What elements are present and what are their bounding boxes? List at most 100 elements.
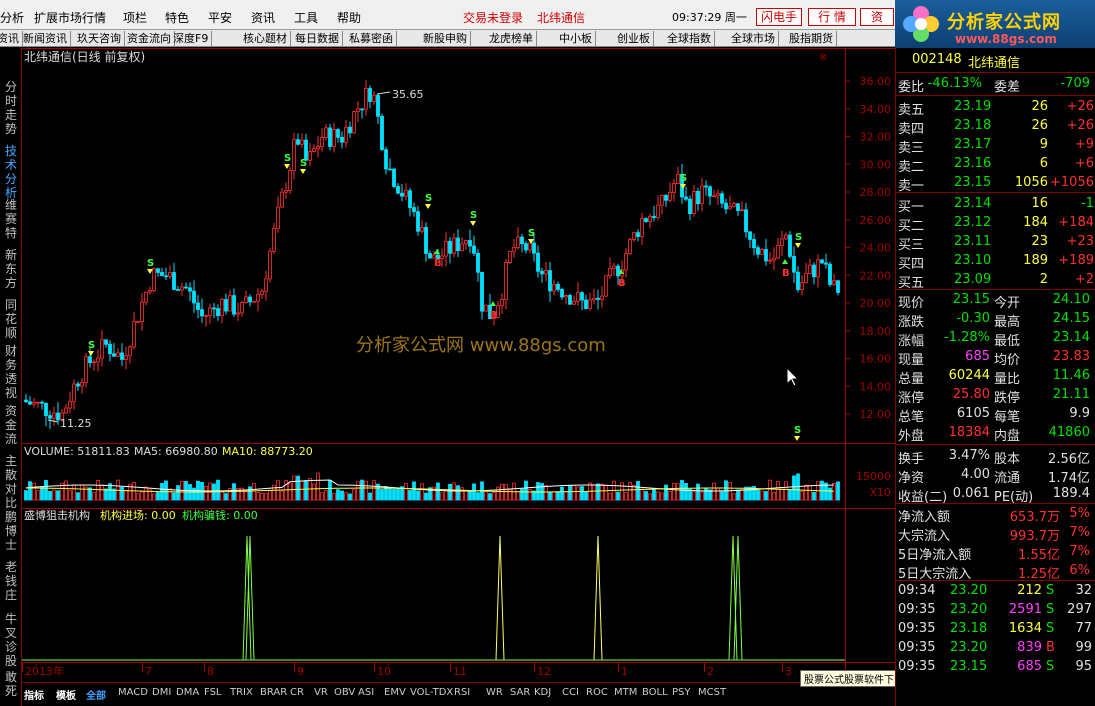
indicator-tab[interactable]: ASI <box>358 687 374 698</box>
indicator-tab[interactable]: ROC <box>586 687 608 698</box>
quote-button[interactable]: 行 情 <box>808 8 856 26</box>
volume-bar <box>768 479 772 501</box>
info-tab[interactable]: 玖天咨询 <box>74 31 125 46</box>
menu-item-pingan[interactable]: 平安 <box>208 9 232 26</box>
left-nav-item[interactable]: 技术分析 <box>3 144 19 200</box>
kline-chart[interactable]: 36.00 34.00 32.00 30.00 28.00 26.00 24.00 22.00… <box>22 48 895 682</box>
info-tab[interactable]: 新股申购 <box>420 31 471 46</box>
volume-bar <box>500 483 504 501</box>
stat-value: 685 <box>965 349 990 364</box>
bid-row: 买四 23.10 189 +189 <box>896 252 1095 272</box>
stock-name: 北纬通信 <box>968 56 1021 71</box>
left-nav-item[interactable]: 敢死 <box>3 670 19 698</box>
left-nav-item[interactable]: 维赛特 <box>3 198 19 240</box>
left-nav-item[interactable]: 财务透视 <box>3 344 19 400</box>
menu-item-columns[interactable]: 项栏 <box>123 9 147 26</box>
info-tab[interactable]: 中小板 <box>556 31 596 46</box>
volume-bar <box>676 483 680 501</box>
stat-value: 11.46 <box>1052 368 1090 383</box>
candle-body <box>400 192 404 197</box>
indicator-tab[interactable]: RSI <box>454 687 470 698</box>
info-tab[interactable]: 资金流向 <box>124 31 175 46</box>
candle-body <box>92 361 96 364</box>
indicator-tab[interactable]: VR <box>314 687 328 698</box>
sell-signal-label: S <box>794 425 801 436</box>
indicator-tab[interactable]: VOL-TDX <box>410 687 453 698</box>
indicator-tab[interactable]: CR <box>290 687 304 698</box>
candle-body <box>760 249 764 255</box>
info-tab[interactable]: 每日数据 <box>292 31 343 46</box>
indicator-tab[interactable]: MACD <box>118 687 148 698</box>
info-tab[interactable]: 龙虎榜单 <box>486 31 537 46</box>
info-tab[interactable]: 核心题材 <box>240 31 291 46</box>
flash-trade-button[interactable]: 闪电手 <box>756 8 802 26</box>
indicator-tab[interactable]: BOLL <box>642 687 668 698</box>
candle-body <box>196 302 200 310</box>
candle-body <box>732 203 736 207</box>
left-nav-item[interactable]: 牛叉诊股 <box>3 612 19 668</box>
indicator-tab[interactable]: SAR <box>510 687 530 698</box>
indicator-tab[interactable]: CCI <box>562 687 579 698</box>
volume-bar <box>124 489 128 501</box>
indicator-tab[interactable]: DMI <box>152 687 171 698</box>
left-nav-item[interactable]: 资金流 <box>3 404 19 446</box>
stat-value: 9.9 <box>1069 406 1090 421</box>
indicator-tab[interactable]: WR <box>486 687 503 698</box>
volume-bar <box>336 489 340 501</box>
indicator-tab[interactable]: DMA <box>176 687 199 698</box>
candle-body <box>300 139 304 145</box>
indicator-tab[interactable]: KDJ <box>534 687 551 698</box>
info-tab[interactable]: 全球市场 <box>728 31 779 46</box>
info-tab[interactable]: 新闻资讯 <box>20 31 71 46</box>
menu-item-ext-market[interactable]: 扩展市场行情 <box>34 9 106 26</box>
left-nav-item[interactable]: 新东方 <box>3 248 19 290</box>
candle-body <box>292 139 296 172</box>
stat-row: 现价 23.15 今开 24.10 <box>896 291 1095 311</box>
stat-label: 每笔 <box>994 410 1021 425</box>
left-nav-item[interactable]: 同花顺 <box>3 298 19 340</box>
volume-bar <box>700 491 704 501</box>
menu-item-tools[interactable]: 工具 <box>294 9 318 26</box>
indicator-tab[interactable]: MTM <box>614 687 637 698</box>
volume-bar <box>696 483 700 501</box>
indicator-tab[interactable]: EMV <box>384 687 406 698</box>
menu-item-features[interactable]: 特色 <box>165 9 189 26</box>
flow-pct: 7% <box>1069 544 1090 559</box>
indicator-tab[interactable]: 全部 <box>86 687 106 702</box>
left-nav-item[interactable]: 分时走势 <box>3 80 19 136</box>
volume-bar <box>360 479 364 501</box>
info-tab[interactable]: 全球指数 <box>664 31 715 46</box>
indicator-tab[interactable]: 模板 <box>56 687 76 702</box>
volume-bar <box>624 492 628 501</box>
info-tab[interactable]: 私募密函 <box>346 31 397 46</box>
candle-body <box>772 257 776 261</box>
bid-row: 买二 23.12 184 +184 <box>896 214 1095 234</box>
menu-item-analysis[interactable]: 分析 <box>0 9 24 26</box>
candle-body <box>148 290 152 293</box>
weibi-row: 委比 -46.13% 委差 -709 <box>896 75 1095 95</box>
chart-close-icon[interactable]: ⊗ <box>819 52 827 63</box>
menu-item-news[interactable]: 资讯 <box>251 9 275 26</box>
info-tab[interactable]: 创业板 <box>614 31 654 46</box>
menu-item-help[interactable]: 帮助 <box>337 9 361 26</box>
trade-status[interactable]: 交易未登录 <box>463 9 523 26</box>
info-tab[interactable]: 股指期货 <box>786 31 837 46</box>
tick-time: 09:35 <box>898 659 936 674</box>
asset-button[interactable]: 资 <box>860 8 894 26</box>
left-nav-item[interactable]: 主散对比 <box>3 454 19 510</box>
indicator-tab[interactable]: TRIX <box>230 687 253 698</box>
left-nav-item[interactable]: 老钱庄 <box>3 560 19 602</box>
broker-name[interactable]: 北纬通信 <box>537 9 585 26</box>
volume-bar <box>144 486 148 501</box>
volume-bar <box>328 479 332 501</box>
volume-bar <box>416 490 420 501</box>
indicator-tab[interactable]: FSL <box>204 687 222 698</box>
indicator-tab[interactable]: PSY <box>672 687 691 698</box>
indicator-tab[interactable]: OBV <box>334 687 355 698</box>
candle-body <box>176 289 180 291</box>
info-tab[interactable]: 深度F9 <box>170 31 213 46</box>
left-nav-item[interactable]: 鹏博士 <box>3 510 19 552</box>
indicator-tab[interactable]: 指标 <box>24 687 44 702</box>
indicator-tab[interactable]: MCST <box>698 687 726 698</box>
indicator-tab[interactable]: BRAR <box>260 687 287 698</box>
